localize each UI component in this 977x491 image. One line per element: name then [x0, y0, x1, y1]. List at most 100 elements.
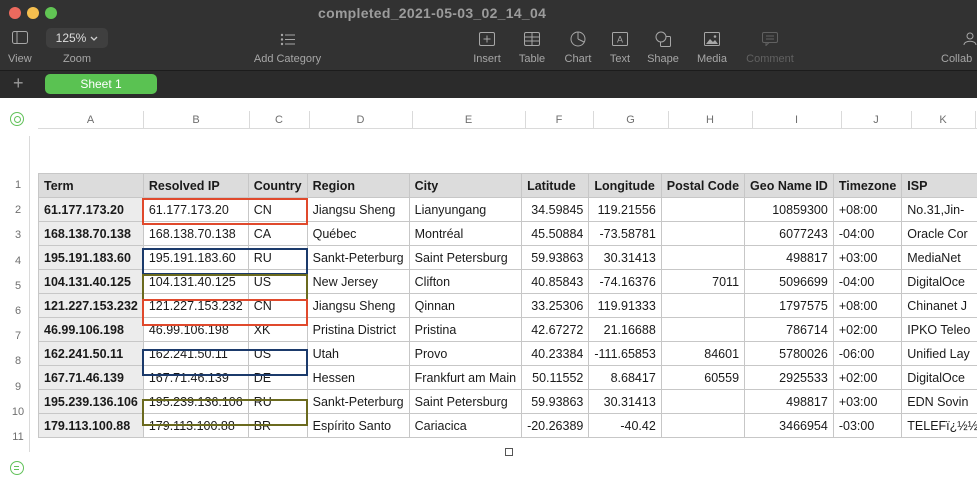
table-cell[interactable]: -111.65853: [588, 341, 662, 366]
table-cell[interactable]: -74.16376: [588, 269, 662, 294]
table-cell[interactable]: DigitalOce: [901, 269, 977, 294]
table-cell[interactable]: IPKO Teleo: [901, 317, 977, 342]
row-header-11[interactable]: 11: [10, 431, 26, 443]
table-cell[interactable]: Frankfurt am Main: [408, 365, 523, 390]
table-cell[interactable]: 195.239.136.106: [142, 389, 249, 414]
table-cell[interactable]: US: [247, 269, 308, 294]
table-cell[interactable]: [660, 413, 746, 438]
table-cell[interactable]: +08:00: [832, 197, 903, 222]
table-cell[interactable]: 7011: [660, 269, 746, 294]
table-cell[interactable]: Clifton: [408, 269, 523, 294]
table-cell[interactable]: 40.23384: [521, 341, 590, 366]
table-select-handle[interactable]: [10, 112, 24, 126]
row-header-7[interactable]: 7: [10, 330, 26, 342]
table-cell[interactable]: Qinnan: [408, 293, 523, 318]
table-cell[interactable]: 30.31413: [588, 245, 662, 270]
table-cell[interactable]: DigitalOce: [901, 365, 977, 390]
table-cell[interactable]: 50.11552: [521, 365, 590, 390]
table-cell[interactable]: 61.177.173.20: [38, 197, 144, 222]
table-cell[interactable]: -06:00: [832, 341, 903, 366]
table-cell[interactable]: Provo: [408, 341, 523, 366]
table-cell[interactable]: 195.239.136.106: [38, 389, 144, 414]
table-cell[interactable]: 5096699: [744, 269, 834, 294]
table-cell[interactable]: 168.138.70.138: [38, 221, 144, 246]
table-cell[interactable]: Pristina District: [306, 317, 410, 342]
table-cell[interactable]: 42.67272: [521, 317, 590, 342]
table-cell[interactable]: Chinanet J: [901, 293, 977, 318]
column-header-e[interactable]: E: [412, 114, 525, 126]
table-cell[interactable]: 179.113.100.88: [38, 413, 144, 438]
table-cell[interactable]: MediaNet: [901, 245, 977, 270]
table-cell[interactable]: Oracle Cor: [901, 221, 977, 246]
table-cell[interactable]: -04:00: [832, 269, 903, 294]
table-cell[interactable]: Montréal: [408, 221, 523, 246]
row-header-6[interactable]: 6: [10, 305, 26, 317]
table-cell[interactable]: CN: [247, 197, 308, 222]
comment-button[interactable]: Comment: [741, 28, 799, 65]
column-title[interactable]: City: [408, 173, 523, 198]
table-cell[interactable]: Sankt-Peterburg: [306, 389, 410, 414]
table-cell[interactable]: 40.85843: [521, 269, 590, 294]
column-header-i[interactable]: I: [752, 114, 841, 126]
zoom-select[interactable]: 125%: [46, 28, 108, 48]
table-cell[interactable]: 104.131.40.125: [142, 269, 249, 294]
column-header-j[interactable]: J: [841, 114, 911, 126]
table-cell[interactable]: 84601: [660, 341, 746, 366]
table-cell[interactable]: 3466954: [744, 413, 834, 438]
add-category-button[interactable]: Add Category: [251, 28, 324, 65]
table-cell[interactable]: [660, 293, 746, 318]
table-cell[interactable]: 119.91333: [588, 293, 662, 318]
row-header-10[interactable]: 10: [10, 406, 26, 418]
table-cell[interactable]: Pristina: [408, 317, 523, 342]
column-header-k[interactable]: K: [911, 114, 975, 126]
table-cell[interactable]: CA: [247, 221, 308, 246]
table-cell[interactable]: US: [247, 341, 308, 366]
table-cell[interactable]: [660, 245, 746, 270]
table-cell[interactable]: 167.71.46.139: [38, 365, 144, 390]
table-cell[interactable]: +02:00: [832, 365, 903, 390]
table-cell[interactable]: Saint Petersburg: [408, 245, 523, 270]
column-title[interactable]: ISP: [901, 173, 977, 198]
chart-button[interactable]: Chart: [559, 28, 597, 65]
table-cell[interactable]: 168.138.70.138: [142, 221, 249, 246]
table-cell[interactable]: 5780026: [744, 341, 834, 366]
table-cell[interactable]: 167.71.46.139: [142, 365, 249, 390]
insert-button[interactable]: Insert: [468, 28, 506, 65]
table-cell[interactable]: -20.26389: [521, 413, 590, 438]
column-header-h[interactable]: H: [668, 114, 752, 126]
table-cell[interactable]: EDN Sovin: [901, 389, 977, 414]
sheet-tab-sheet-1[interactable]: Sheet 1: [45, 74, 157, 94]
table-cell[interactable]: 34.59845: [521, 197, 590, 222]
table-cell[interactable]: Espírito Santo: [306, 413, 410, 438]
table-cell[interactable]: CN: [247, 293, 308, 318]
column-title[interactable]: Region: [306, 173, 410, 198]
row-header-3[interactable]: 3: [10, 229, 26, 241]
table-cell[interactable]: Utah: [306, 341, 410, 366]
table-cell[interactable]: [660, 197, 746, 222]
table-cell[interactable]: [660, 221, 746, 246]
table-cell[interactable]: 46.99.106.198: [142, 317, 249, 342]
table-cell[interactable]: Québec: [306, 221, 410, 246]
table-cell[interactable]: 46.99.106.198: [38, 317, 144, 342]
table-cell[interactable]: BR: [247, 413, 308, 438]
table-cell[interactable]: 179.113.100.88: [142, 413, 249, 438]
view-icon[interactable]: [12, 31, 28, 49]
column-title[interactable]: Latitude: [521, 173, 590, 198]
table-cell[interactable]: Saint Petersburg: [408, 389, 523, 414]
table-cell[interactable]: 33.25306: [521, 293, 590, 318]
table-cell[interactable]: 2925533: [744, 365, 834, 390]
table-cell[interactable]: 21.16688: [588, 317, 662, 342]
table-cell[interactable]: No.31,Jin-: [901, 197, 977, 222]
row-header-2[interactable]: 2: [10, 204, 26, 216]
column-title[interactable]: Timezone: [832, 173, 903, 198]
table-cell[interactable]: Unified Lay: [901, 341, 977, 366]
table-cell[interactable]: Cariacica: [408, 413, 523, 438]
table-cell[interactable]: 61.177.173.20: [142, 197, 249, 222]
add-sheet-button[interactable]: +: [13, 73, 24, 94]
row-header-4[interactable]: 4: [10, 255, 26, 267]
table-cell[interactable]: DE: [247, 365, 308, 390]
shape-button[interactable]: Shape: [644, 28, 682, 65]
column-header-d[interactable]: D: [309, 114, 412, 126]
table-cell[interactable]: Sankt-Peterburg: [306, 245, 410, 270]
table-cell[interactable]: 8.68417: [588, 365, 662, 390]
